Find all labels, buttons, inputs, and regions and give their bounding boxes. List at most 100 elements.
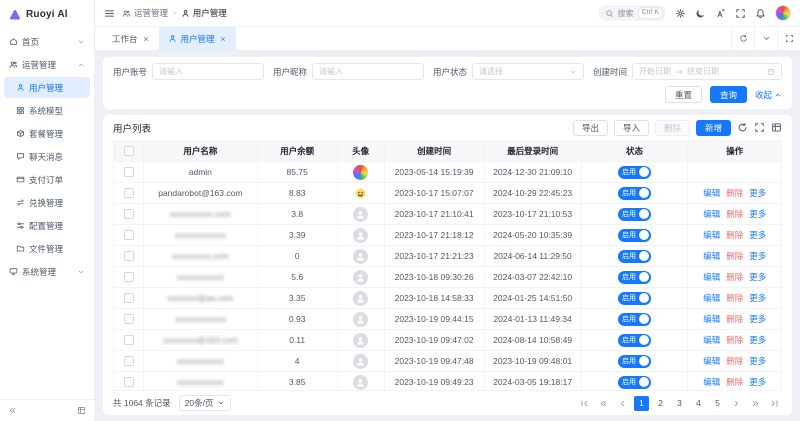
next-page-button[interactable] <box>729 396 744 411</box>
more-row-link[interactable]: 更多 <box>749 188 766 198</box>
sidebar-item-redemption[interactable]: 兑换管理 <box>4 192 90 213</box>
status-toggle[interactable]: 启用 <box>618 166 651 179</box>
edit-row-link[interactable]: 编辑 <box>703 377 720 387</box>
page-number-3[interactable]: 3 <box>672 396 687 411</box>
close-icon[interactable] <box>142 35 150 43</box>
fullscreen-icon[interactable] <box>735 8 746 19</box>
status-toggle[interactable]: 启用 <box>618 229 651 242</box>
page-number-2[interactable]: 2 <box>653 396 668 411</box>
status-toggle[interactable]: 启用 <box>618 376 651 389</box>
created-daterange[interactable]: 开始日期 结束日期 <box>632 63 782 80</box>
sidebar-layout-icon[interactable] <box>77 406 86 415</box>
delete-row-link[interactable]: 删除 <box>726 188 743 198</box>
delete-row-link[interactable]: 删除 <box>726 230 743 240</box>
select-all-checkbox[interactable] <box>124 146 134 156</box>
status-toggle[interactable]: 启用 <box>618 271 651 284</box>
sidebar-item-system[interactable]: 系统管理 <box>4 261 90 282</box>
row-checkbox[interactable] <box>124 272 134 282</box>
breadcrumb-item-user-management[interactable]: 用户管理 <box>181 7 227 19</box>
dark-mode-icon[interactable] <box>695 8 706 19</box>
delete-row-link[interactable]: 删除 <box>726 209 743 219</box>
row-checkbox[interactable] <box>124 335 134 345</box>
status-select[interactable]: 请选择 <box>472 63 584 80</box>
sidebar-item-user-management[interactable]: 用户管理 <box>4 77 90 98</box>
global-search[interactable]: 搜索 Ctrl K <box>598 5 667 21</box>
collapse-sidebar-icon[interactable] <box>8 406 17 415</box>
status-toggle[interactable]: 启用 <box>618 313 651 326</box>
delete-row-link[interactable]: 删除 <box>726 251 743 261</box>
fullscreen-table-icon[interactable] <box>754 122 765 133</box>
row-checkbox[interactable] <box>124 251 134 261</box>
delete-row-link[interactable]: 删除 <box>726 356 743 366</box>
row-checkbox[interactable] <box>124 230 134 240</box>
more-row-link[interactable]: 更多 <box>749 377 766 387</box>
notifications-icon[interactable] <box>755 8 766 19</box>
tab-user-management[interactable]: 用户管理 <box>159 27 236 50</box>
status-toggle[interactable]: 启用 <box>618 250 651 263</box>
sidebar-item-configuration[interactable]: 配置管理 <box>4 215 90 236</box>
more-row-link[interactable]: 更多 <box>749 335 766 345</box>
delete-row-link[interactable]: 删除 <box>726 293 743 303</box>
status-toggle[interactable]: 启用 <box>618 208 651 221</box>
refresh-tab-button[interactable] <box>731 27 754 50</box>
status-toggle[interactable]: 启用 <box>618 334 651 347</box>
more-row-link[interactable]: 更多 <box>749 293 766 303</box>
edit-row-link[interactable]: 编辑 <box>703 293 720 303</box>
more-row-link[interactable]: 更多 <box>749 230 766 240</box>
edit-row-link[interactable]: 编辑 <box>703 251 720 261</box>
row-checkbox[interactable] <box>124 167 134 177</box>
export-button[interactable]: 导出 <box>573 120 608 136</box>
collapse-filters-link[interactable]: 收起 <box>755 89 782 101</box>
status-toggle[interactable]: 启用 <box>618 292 651 305</box>
user-avatar[interactable] <box>775 5 791 21</box>
hamburger-menu-icon[interactable] <box>104 8 115 19</box>
more-row-link[interactable]: 更多 <box>749 272 766 282</box>
row-checkbox[interactable] <box>124 356 134 366</box>
page-number-5[interactable]: 5 <box>710 396 725 411</box>
tab-options-button[interactable] <box>754 27 777 50</box>
page-number-1[interactable]: 1 <box>634 396 649 411</box>
back-five-pages-button[interactable] <box>596 396 611 411</box>
status-toggle[interactable]: 启用 <box>618 355 651 368</box>
sidebar-item-operations[interactable]: 运营管理 <box>4 54 90 75</box>
more-row-link[interactable]: 更多 <box>749 209 766 219</box>
sidebar-item-system-models[interactable]: 系统模型 <box>4 100 90 121</box>
previous-page-button[interactable] <box>615 396 630 411</box>
delete-row-link[interactable]: 删除 <box>726 377 743 387</box>
settings-icon[interactable] <box>675 8 686 19</box>
account-input[interactable] <box>152 63 264 80</box>
delete-row-link[interactable]: 删除 <box>726 314 743 324</box>
row-checkbox[interactable] <box>124 293 134 303</box>
page-size-select[interactable]: 20条/页 <box>179 395 232 411</box>
edit-row-link[interactable]: 编辑 <box>703 230 720 240</box>
edit-row-link[interactable]: 编辑 <box>703 356 720 366</box>
add-button[interactable]: 新增 <box>696 120 731 136</box>
page-number-4[interactable]: 4 <box>691 396 706 411</box>
refresh-table-icon[interactable] <box>737 122 748 133</box>
close-icon[interactable] <box>219 35 227 43</box>
edit-row-link[interactable]: 编辑 <box>703 335 720 345</box>
row-checkbox[interactable] <box>124 314 134 324</box>
delete-row-link[interactable]: 删除 <box>726 272 743 282</box>
tab-workbench[interactable]: 工作台 <box>103 27 159 50</box>
maximize-content-button[interactable] <box>777 27 800 50</box>
edit-row-link[interactable]: 编辑 <box>703 188 720 198</box>
sidebar-item-payment-orders[interactable]: 支付订单 <box>4 169 90 190</box>
delete-row-link[interactable]: 删除 <box>726 335 743 345</box>
edit-row-link[interactable]: 编辑 <box>703 272 720 282</box>
sidebar-item-home[interactable]: 首页 <box>4 31 90 52</box>
query-button[interactable]: 查询 <box>710 86 747 103</box>
more-row-link[interactable]: 更多 <box>749 251 766 261</box>
sidebar-item-packages[interactable]: 套餐管理 <box>4 123 90 144</box>
import-button[interactable]: 导入 <box>614 120 649 136</box>
column-settings-icon[interactable] <box>771 122 782 133</box>
nickname-input[interactable] <box>312 63 424 80</box>
first-page-button[interactable] <box>577 396 592 411</box>
sidebar-item-files[interactable]: 文件管理 <box>4 238 90 259</box>
edit-row-link[interactable]: 编辑 <box>703 314 720 324</box>
delete-button[interactable]: 删除 <box>655 120 690 136</box>
forward-five-pages-button[interactable] <box>748 396 763 411</box>
more-row-link[interactable]: 更多 <box>749 314 766 324</box>
breadcrumb-item-operations[interactable]: 运营管理 <box>122 7 168 19</box>
row-checkbox[interactable] <box>124 188 134 198</box>
